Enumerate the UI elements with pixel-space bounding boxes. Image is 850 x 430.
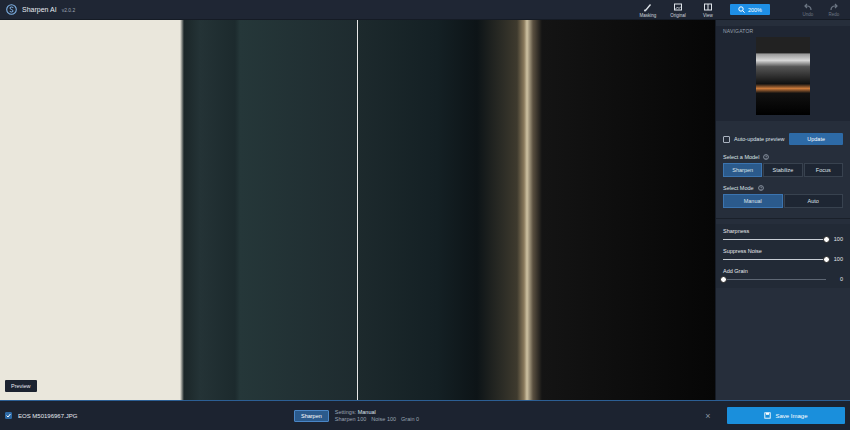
slider-knob[interactable] [720, 276, 727, 283]
undo-button[interactable]: Undo [798, 3, 818, 17]
preview-label: Preview [11, 383, 31, 389]
image-viewer[interactable]: Preview [0, 20, 715, 400]
brush-icon [643, 2, 653, 12]
help-icon [763, 154, 769, 160]
magnifier-icon [738, 6, 745, 13]
slider-knob[interactable] [823, 236, 830, 243]
sidebar: NAVIGATOR Auto-update preview Update Select… [715, 20, 850, 400]
update-button[interactable]: Update [789, 133, 843, 145]
auto-update-label: Auto-update preview [734, 136, 784, 142]
save-label: Save Image [775, 413, 807, 419]
model-header: Select a Model [723, 154, 843, 160]
model-segmented-control: SharpenStabilizeFocus [723, 163, 843, 177]
settings-label: Settings: [335, 409, 356, 415]
slider-value: 100 [831, 236, 843, 242]
mode-segmented-control: ManualAuto [723, 194, 843, 208]
history-label: Redo [829, 12, 840, 17]
slider-value: 0 [831, 276, 843, 282]
slider-line: 0 [723, 276, 843, 282]
toolbar-label: Original [670, 13, 686, 18]
slider-label: Add Grain [723, 268, 843, 274]
slider-row: Add Grain 0 [723, 268, 843, 282]
mode-option[interactable]: Manual [723, 194, 783, 208]
slider-track[interactable] [723, 279, 826, 280]
slider-line: 100 [723, 256, 843, 262]
slider-panel: Sharpness 100 Suppress Noise 100 Add Grain 0 [716, 224, 850, 288]
main-area: Preview NAVIGATOR Auto-update preview Updat… [0, 20, 850, 400]
history-label: Undo [803, 12, 814, 17]
preview-badge: Preview [5, 380, 37, 392]
slider-value: 100 [831, 256, 843, 262]
navigator: NAVIGATOR [716, 26, 850, 121]
slider-label: Sharpness [723, 228, 843, 234]
slider-row: Sharpness 100 [723, 228, 843, 242]
help-icon [758, 185, 764, 191]
toolbar-button[interactable]: View [696, 2, 720, 18]
settings-param: Grain 0 [401, 416, 419, 422]
slider-fill [723, 239, 826, 240]
file-name: EOS M50196967.JPG [18, 413, 288, 419]
slider-row: Suppress Noise 100 [723, 248, 843, 262]
mode-label: Select Mode [723, 185, 754, 191]
auto-update-row: Auto-update preview Update [723, 133, 843, 145]
toolbar-label: View [703, 13, 713, 18]
mode-header: Select Mode [723, 185, 843, 191]
check-icon [6, 413, 11, 418]
slider-fill [723, 259, 826, 260]
undo-icon [803, 3, 813, 11]
auto-update-checkbox[interactable] [723, 136, 730, 143]
save-icon [764, 412, 771, 419]
settings-line: Settings: Manual [335, 409, 695, 415]
slider-track[interactable] [723, 239, 826, 240]
split-divider[interactable] [357, 20, 358, 400]
brand: Sharpen AI v2.0.2 [6, 4, 630, 15]
app-version: v2.0.2 [62, 7, 76, 13]
settings-value: Manual [358, 409, 376, 415]
file-checkbox[interactable] [5, 412, 12, 419]
top-bar: Sharpen AI v2.0.2 Masking Original View 200% U… [0, 0, 850, 20]
logo-icon [6, 4, 17, 15]
image-icon [673, 2, 683, 12]
original-image [0, 20, 357, 400]
split-view-icon [703, 2, 713, 12]
navigator-thumbnail[interactable] [756, 37, 810, 115]
slider-knob[interactable] [823, 256, 830, 263]
model-option[interactable]: Sharpen [723, 163, 762, 177]
model-option[interactable]: Stabilize [763, 163, 802, 177]
file-bar: EOS M50196967.JPG Sharpen Settings: Manual… [0, 400, 850, 430]
slider-track[interactable] [723, 259, 826, 260]
settings-summary: Settings: ManualSharpen 100 Noise 100 Grai… [335, 409, 695, 422]
processed-image [357, 20, 715, 400]
app-name: Sharpen AI [22, 6, 57, 13]
save-button[interactable]: Save Image [727, 407, 845, 424]
slider-label: Suppress Noise [723, 248, 843, 254]
divider [716, 218, 850, 219]
settings-params: Sharpen 100 Noise 100 Grain 0 [335, 416, 695, 422]
settings-param: Noise 100 [371, 416, 396, 422]
mode-option[interactable]: Auto [784, 194, 844, 208]
model-label: Select a Model [723, 154, 759, 160]
zoom-label: 200% [748, 7, 762, 13]
model-chip: Sharpen [294, 410, 329, 422]
zoom-button[interactable]: 200% [730, 4, 770, 15]
slider-line: 100 [723, 236, 843, 242]
redo-icon [829, 3, 839, 11]
redo-button[interactable]: Redo [824, 3, 844, 17]
toolbar-button[interactable]: Masking [636, 2, 660, 18]
navigator-title: NAVIGATOR [716, 28, 850, 34]
model-option[interactable]: Focus [804, 163, 843, 177]
close-button[interactable]: × [701, 411, 715, 421]
toolbar-button[interactable]: Original [666, 2, 690, 18]
toolbar-label: Masking [640, 13, 657, 18]
settings-param: Sharpen 100 [335, 416, 367, 422]
